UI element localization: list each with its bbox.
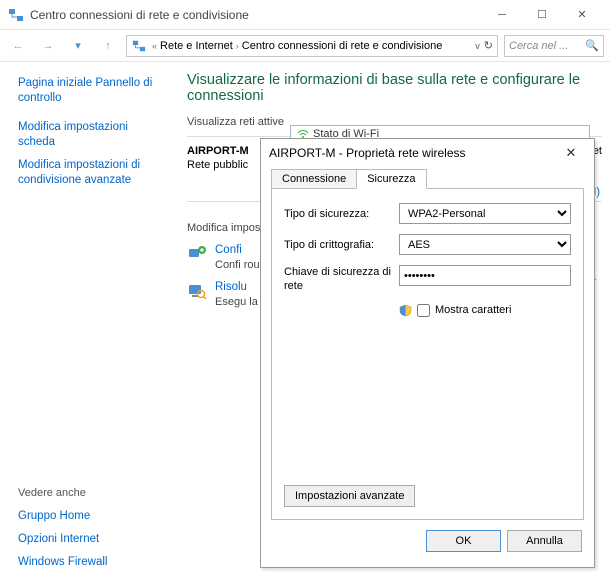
- search-input[interactable]: Cerca nel ... 🔍: [504, 35, 604, 57]
- security-type-label: Tipo di sicurezza:: [284, 208, 399, 220]
- breadcrumb-dropdown-icon[interactable]: v: [475, 41, 480, 51]
- sidebar-firewall-link[interactable]: Windows Firewall: [18, 555, 163, 570]
- refresh-button[interactable]: ↻: [484, 39, 493, 52]
- security-type-select[interactable]: WPA2-Personal: [399, 203, 571, 224]
- tab-connection[interactable]: Connessione: [271, 169, 357, 189]
- show-characters-label: Mostra caratteri: [435, 304, 511, 316]
- network-key-label: Chiave di sicurezza di rete: [284, 265, 399, 294]
- forward-button[interactable]: →: [36, 34, 60, 58]
- tab-security[interactable]: Sicurezza: [356, 169, 426, 189]
- tab-security-pane: Tipo di sicurezza: WPA2-Personal Tipo di…: [271, 188, 584, 520]
- breadcrumb[interactable]: « Rete e Internet › Centro connessioni d…: [126, 35, 498, 57]
- window-controls: ─ ☐ ✕: [482, 2, 602, 28]
- minimize-button[interactable]: ─: [482, 2, 522, 28]
- back-button[interactable]: ←: [6, 34, 30, 58]
- breadcrumb-item-1[interactable]: Rete e Internet: [160, 40, 233, 52]
- encryption-type-select[interactable]: AES: [399, 234, 571, 255]
- close-button[interactable]: ✕: [562, 2, 602, 28]
- dialog-title: AIRPORT-M - Proprietà rete wireless: [269, 146, 466, 160]
- breadcrumb-item-2[interactable]: Centro connessioni di rete e condivision…: [242, 40, 443, 52]
- sidebar-sharing-link[interactable]: Modifica impostazioni di condivisione av…: [18, 158, 163, 188]
- search-placeholder: Cerca nel ...: [509, 40, 568, 52]
- up-button[interactable]: ↑: [96, 34, 120, 58]
- recent-dropdown[interactable]: ▾: [66, 34, 90, 58]
- sidebar-homegroup-link[interactable]: Gruppo Home: [18, 509, 163, 524]
- sidebar-adapter-link[interactable]: Modifica impostazioni scheda: [18, 120, 163, 150]
- app-icon: [8, 7, 24, 23]
- page-heading: Visualizzare le informazioni di base sul…: [187, 72, 602, 104]
- title-bar: Centro connessioni di rete e condivision…: [0, 0, 610, 30]
- option-troubleshoot-link[interactable]: Risolu: [215, 281, 247, 293]
- option-new-connection-link[interactable]: Confi: [215, 244, 242, 256]
- nav-bar: ← → ▾ ↑ « Rete e Internet › Centro conne…: [0, 30, 610, 62]
- see-also-label: Vedere anche: [18, 487, 163, 499]
- maximize-button[interactable]: ☐: [522, 2, 562, 28]
- network-icon: [131, 38, 147, 54]
- encryption-type-label: Tipo di crittografia:: [284, 239, 399, 251]
- network-name: AIRPORT-M: [187, 145, 249, 157]
- sidebar-inetopt-link[interactable]: Opzioni Internet: [18, 532, 163, 547]
- search-icon: 🔍: [585, 39, 599, 52]
- ok-button[interactable]: OK: [426, 530, 501, 552]
- breadcrumb-chevron: ›: [236, 41, 239, 51]
- sidebar: Pagina iniziale Pannello di controllo Mo…: [0, 62, 175, 580]
- network-key-input[interactable]: [399, 265, 571, 286]
- wireless-properties-dialog: AIRPORT-M - Proprietà rete wireless ✕ Co…: [260, 138, 595, 568]
- window-title: Centro connessioni di rete e condivision…: [30, 8, 482, 22]
- network-type: Rete pubblic: [187, 159, 248, 171]
- dialog-titlebar: AIRPORT-M - Proprietà rete wireless ✕: [261, 139, 594, 167]
- dialog-tabs: Connessione Sicurezza: [261, 167, 594, 189]
- dialog-close-button[interactable]: ✕: [556, 145, 586, 161]
- troubleshoot-icon: [187, 281, 207, 301]
- sidebar-home-link[interactable]: Pagina iniziale Pannello di controllo: [18, 76, 163, 106]
- breadcrumb-sep: «: [152, 41, 157, 51]
- shield-icon: [399, 304, 412, 317]
- new-connection-icon: [187, 244, 207, 264]
- show-characters-checkbox[interactable]: [417, 304, 430, 317]
- dialog-buttons: OK Annulla: [261, 530, 594, 564]
- cancel-button[interactable]: Annulla: [507, 530, 582, 552]
- advanced-settings-button[interactable]: Impostazioni avanzate: [284, 485, 415, 507]
